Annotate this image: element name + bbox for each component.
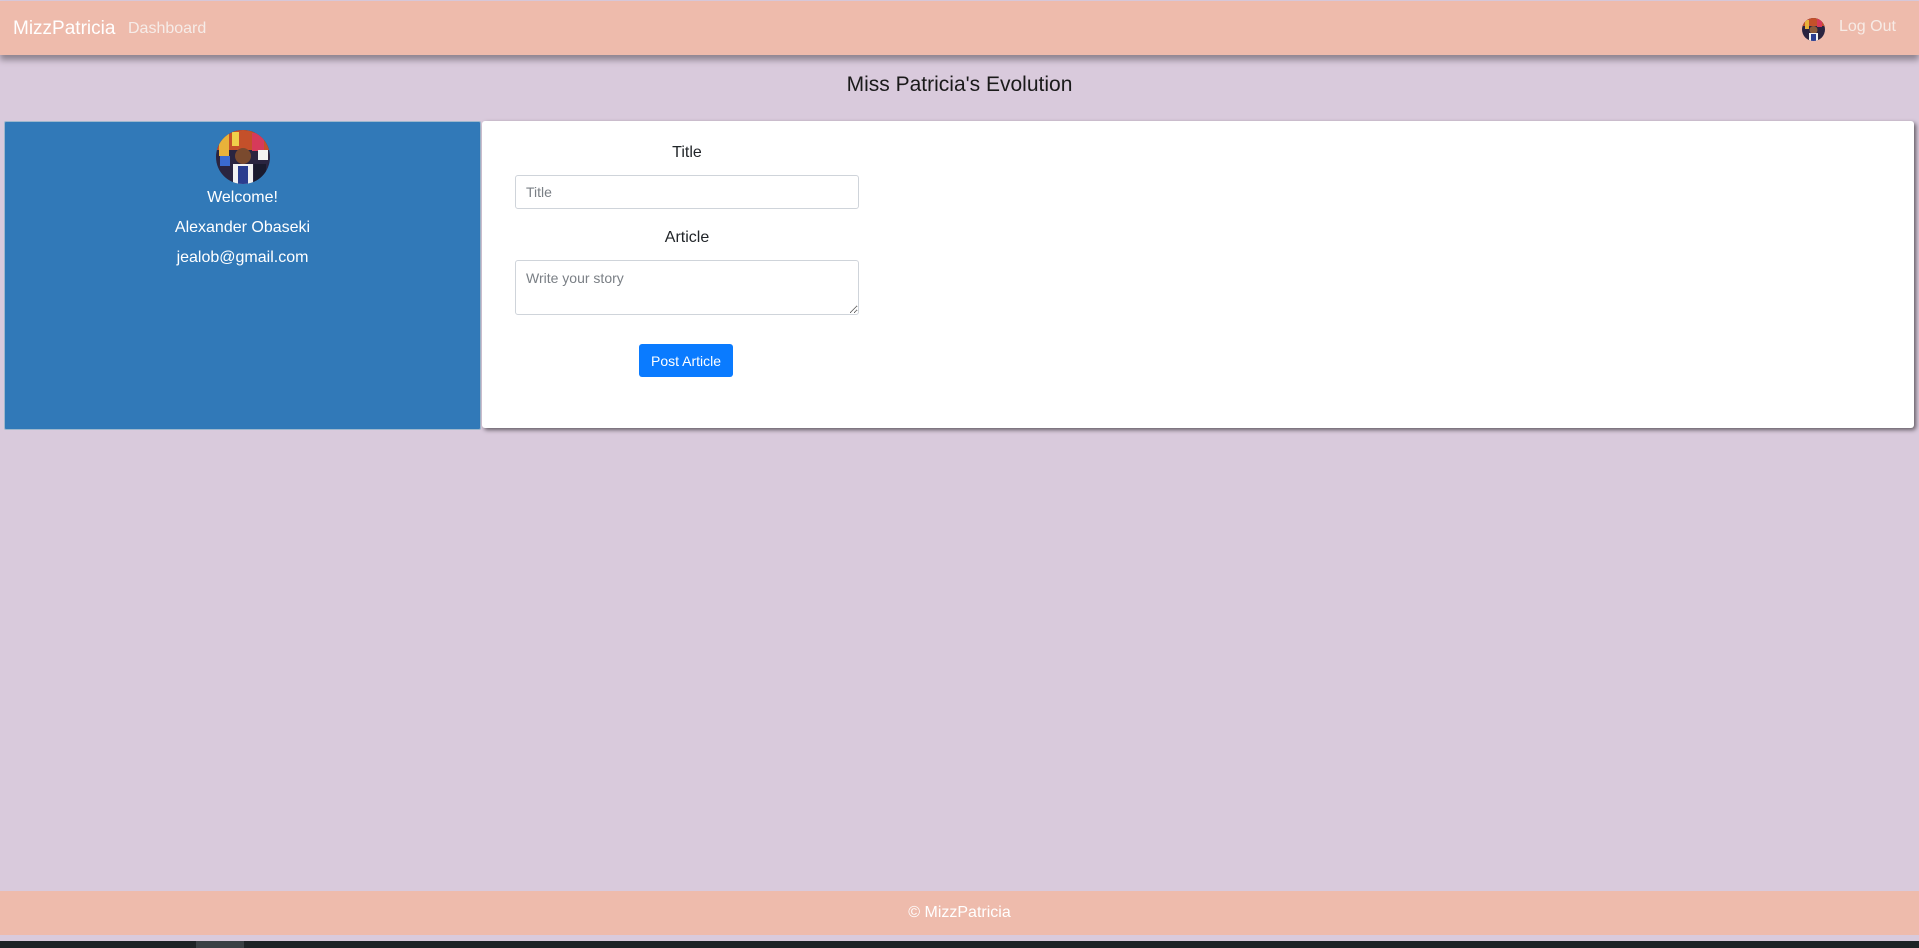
page-title: Miss Patricia's Evolution xyxy=(846,73,1073,96)
taskbar-item[interactable] xyxy=(196,941,244,948)
profile-welcome: Welcome! xyxy=(207,189,278,206)
user-avatar-icon[interactable] xyxy=(1802,18,1825,41)
profile-avatar-icon xyxy=(216,130,270,184)
footer-copyright: © MizzPatricia xyxy=(908,904,1011,921)
article-label: Article xyxy=(664,229,710,246)
profile-email: jealob@gmail.com xyxy=(176,249,309,266)
taskbar-strip xyxy=(0,941,1919,948)
nav-dashboard-link[interactable]: Dashboard xyxy=(128,20,206,38)
article-form-card: Title Article Post Article xyxy=(482,121,1914,428)
title-label: Title xyxy=(672,144,702,161)
profile-panel: Welcome! Alexander Obaseki jealob@gmail.… xyxy=(4,121,481,430)
navbar: MizzPatricia Dashboard Log Out xyxy=(0,1,1919,55)
article-textarea[interactable] xyxy=(515,260,859,315)
logout-link[interactable]: Log Out xyxy=(1839,18,1896,36)
title-input[interactable] xyxy=(515,175,859,209)
post-article-button[interactable]: Post Article xyxy=(639,344,733,377)
brand-link[interactable]: MizzPatricia xyxy=(13,18,115,40)
profile-name: Alexander Obaseki xyxy=(174,219,311,236)
footer: © MizzPatricia xyxy=(0,891,1919,935)
